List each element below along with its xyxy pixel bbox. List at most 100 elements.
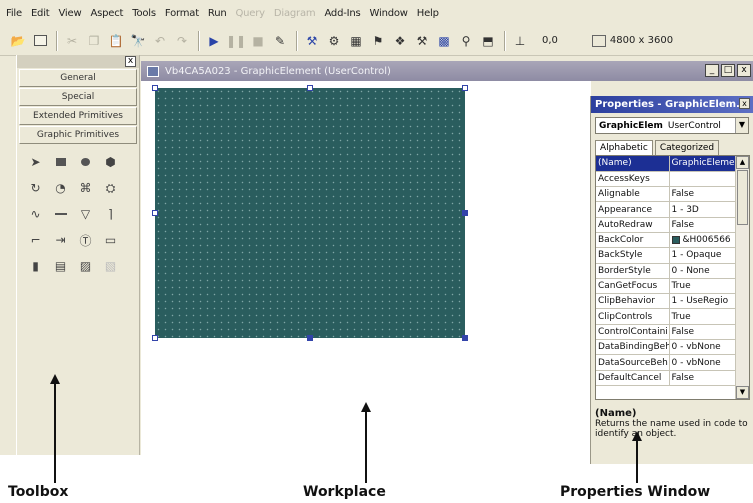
triangle-icon[interactable]: ▽: [73, 201, 98, 227]
spline-icon[interactable]: ∿: [23, 201, 48, 227]
disabled-tool-icon[interactable]: ▧: [98, 253, 123, 279]
toolbox-tab-general[interactable]: General: [19, 69, 137, 87]
form-layout-icon[interactable]: ⚑: [368, 31, 388, 51]
property-row[interactable]: BackColor &H006566: [596, 232, 736, 249]
project-explorer-icon[interactable]: ⚒: [302, 31, 322, 51]
resize-handle[interactable]: [307, 85, 313, 91]
toolbox-tab-graphic-primitives[interactable]: Graphic Primitives: [19, 126, 137, 144]
usercontrol-canvas[interactable]: [155, 88, 465, 338]
property-row[interactable]: Appearance 1 - 3D: [596, 201, 736, 218]
object-browser-icon[interactable]: ❖: [390, 31, 410, 51]
line-icon[interactable]: [48, 201, 73, 227]
property-row[interactable]: CanGetFocus True: [596, 278, 736, 295]
menu-aspect[interactable]: Aspect: [90, 8, 123, 19]
grid-icon[interactable]: ▦: [346, 31, 366, 51]
undo-icon[interactable]: ↶: [150, 31, 170, 51]
toolbox-close-button[interactable]: x: [125, 56, 136, 67]
menu-diagram[interactable]: Diagram: [274, 8, 316, 19]
property-value[interactable]: 0 - vbNone: [669, 339, 736, 356]
minimize-button[interactable]: _: [705, 64, 719, 77]
pause-icon[interactable]: ❚❚: [226, 31, 246, 51]
run-icon[interactable]: ▶: [204, 31, 224, 51]
scroll-down-icon[interactable]: ▼: [736, 386, 749, 399]
object-selector[interactable]: GraphicElem UserControl ▼: [595, 117, 749, 134]
property-row[interactable]: Alignable False: [596, 186, 736, 203]
bracket-icon[interactable]: ⌉: [98, 201, 123, 227]
property-row[interactable]: ClipBehavior 1 - UseRegio: [596, 293, 736, 310]
property-row[interactable]: BackStyle 1 - Opaque: [596, 247, 736, 264]
property-value[interactable]: GraphicEleme: [669, 156, 736, 172]
toolbox-tab-special[interactable]: Special: [19, 88, 137, 106]
close-button[interactable]: x: [737, 64, 751, 77]
scroll-thumb[interactable]: [737, 170, 748, 225]
component-icon[interactable]: ⚲: [456, 31, 476, 51]
property-value[interactable]: False: [669, 324, 736, 341]
polygon-icon[interactable]: ⬢: [98, 149, 123, 175]
property-grid-scrollbar[interactable]: ▲ ▼: [735, 156, 749, 399]
menu-view[interactable]: View: [59, 8, 82, 19]
property-value[interactable]: 0 - vbNone: [669, 354, 736, 371]
redo-icon[interactable]: ↷: [172, 31, 192, 51]
property-row[interactable]: (Name) GraphicEleme: [596, 156, 736, 172]
properties-close-button[interactable]: x: [739, 98, 750, 109]
data-view-icon[interactable]: ▩: [434, 31, 454, 51]
toolbox-titlebar[interactable]: x: [17, 55, 139, 68]
pie-icon[interactable]: ◔: [48, 175, 73, 201]
ellipse-icon[interactable]: [73, 149, 98, 175]
property-value[interactable]: False: [669, 370, 736, 386]
component-icon[interactable]: ⛭: [98, 175, 123, 201]
property-row[interactable]: ControlContaini False: [596, 324, 736, 341]
properties-titlebar[interactable]: Properties - GraphicElem... x: [591, 96, 753, 113]
dimension-icon[interactable]: ⌐: [23, 227, 48, 253]
group-icon[interactable]: ⌘: [73, 175, 98, 201]
maximize-button[interactable]: □: [721, 64, 735, 77]
properties-icon[interactable]: ⚙: [324, 31, 344, 51]
property-row[interactable]: DataSourceBeh 0 - vbNone: [596, 354, 736, 371]
gauge-icon[interactable]: ▮: [23, 253, 48, 279]
menu-query[interactable]: Query: [236, 8, 266, 19]
toolbox-tab-extended-primitives[interactable]: Extended Primitives: [19, 107, 137, 125]
save-icon[interactable]: [30, 31, 50, 51]
arrow-tool-icon[interactable]: ⇥: [48, 227, 73, 253]
cut-icon[interactable]: ✂: [62, 31, 82, 51]
resize-handle[interactable]: [462, 85, 468, 91]
property-value[interactable]: 1 - 3D: [669, 201, 736, 218]
paste-icon[interactable]: 📋: [106, 31, 126, 51]
resize-handle[interactable]: [152, 85, 158, 91]
resize-handle[interactable]: [152, 335, 158, 341]
menu-run[interactable]: Run: [208, 8, 227, 19]
property-row[interactable]: DefaultCancel False: [596, 370, 736, 386]
property-value[interactable]: 0 - None: [669, 263, 736, 279]
stop-icon[interactable]: ■: [248, 31, 268, 51]
resize-handle[interactable]: [462, 335, 468, 341]
open-icon[interactable]: 📂: [8, 31, 28, 51]
resize-handle[interactable]: [307, 335, 313, 341]
property-value[interactable]: False: [669, 217, 736, 233]
text-icon[interactable]: Ⓣ: [73, 227, 98, 253]
menu-file[interactable]: File: [6, 8, 22, 19]
property-row[interactable]: AccessKeys: [596, 171, 736, 188]
toolbox-icon[interactable]: ⚒: [412, 31, 432, 51]
property-value[interactable]: 1 - UseRegio: [669, 293, 736, 310]
menu-window[interactable]: Window: [370, 8, 408, 19]
property-row[interactable]: DataBindingBeh 0 - vbNone: [596, 339, 736, 356]
property-value[interactable]: &H006566: [669, 232, 736, 249]
chevron-down-icon[interactable]: ▼: [735, 118, 748, 133]
menu-tools[interactable]: Tools: [132, 8, 156, 19]
resize-handle[interactable]: [462, 210, 468, 216]
property-value[interactable]: 1 - Opaque: [669, 247, 736, 264]
tab-alphabetic[interactable]: Alphabetic: [595, 140, 653, 155]
label-icon[interactable]: ▭: [98, 227, 123, 253]
arc-icon[interactable]: ↻: [23, 175, 48, 201]
property-value[interactable]: [669, 171, 736, 188]
menu-edit[interactable]: Edit: [31, 8, 50, 19]
property-row[interactable]: AutoRedraw False: [596, 217, 736, 233]
image-icon[interactable]: ▤: [48, 253, 73, 279]
menu-help[interactable]: Help: [417, 8, 439, 19]
copy-icon[interactable]: ❐: [84, 31, 104, 51]
scroll-up-icon[interactable]: ▲: [736, 156, 749, 169]
property-row[interactable]: ClipControls True: [596, 308, 736, 325]
tab-categorized[interactable]: Categorized: [654, 140, 720, 155]
document-titlebar[interactable]: Vb4CA5A023 - GraphicElement (UserControl…: [141, 61, 753, 81]
property-value[interactable]: True: [669, 278, 736, 295]
